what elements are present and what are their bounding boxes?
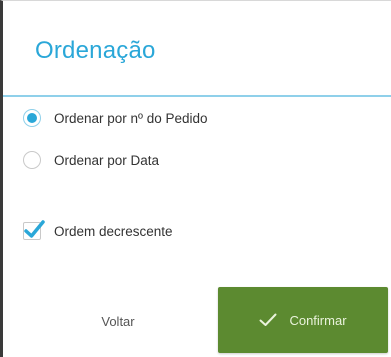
descending-order-checkbox[interactable]: Ordem decrescente bbox=[23, 220, 173, 240]
confirm-button[interactable]: Confirmar bbox=[218, 287, 388, 353]
title-divider bbox=[3, 95, 391, 97]
back-button-label: Voltar bbox=[101, 313, 135, 329]
confirm-button-label: Confirmar bbox=[289, 312, 347, 328]
sort-by-order-number-radio[interactable]: Ordenar por nº do Pedido bbox=[23, 109, 208, 127]
sort-by-order-number-label: Ordenar por nº do Pedido bbox=[54, 110, 208, 126]
radio-dot bbox=[27, 113, 37, 123]
radio-selected-indicator[interactable] bbox=[23, 109, 41, 127]
checkbox-box[interactable] bbox=[23, 220, 45, 240]
check-icon bbox=[259, 313, 277, 327]
ordering-dialog: Ordenação Ordenar por nº do Pedido Orden… bbox=[0, 0, 391, 357]
dialog-title: Ordenação bbox=[35, 37, 156, 64]
descending-order-label: Ordem decrescente bbox=[54, 223, 173, 239]
sort-by-date-label: Ordenar por Data bbox=[54, 152, 160, 168]
radio-unselected-indicator[interactable] bbox=[23, 151, 41, 169]
checkmark-icon bbox=[24, 220, 45, 238]
sort-by-date-radio[interactable]: Ordenar por Data bbox=[23, 151, 159, 169]
back-button[interactable]: Voltar bbox=[63, 301, 173, 341]
